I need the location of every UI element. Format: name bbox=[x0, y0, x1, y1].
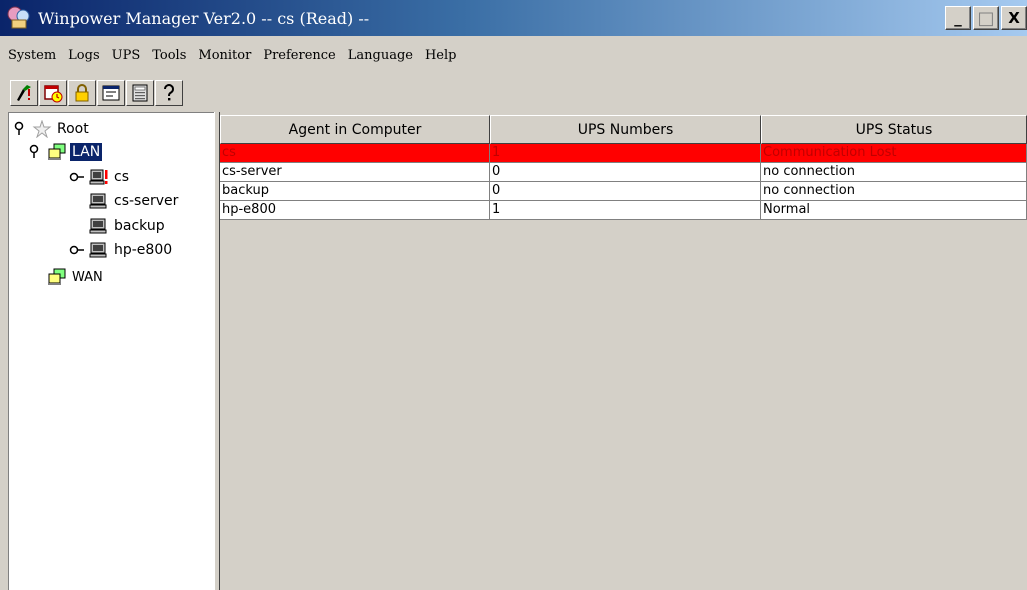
tree-node-cs-server[interactable]: cs-server bbox=[89, 190, 180, 212]
tree-label-lan: LAN bbox=[70, 143, 103, 161]
table-row[interactable]: cs-server 0 no connection bbox=[220, 163, 1027, 182]
collapsed-handle-icon[interactable] bbox=[69, 241, 85, 259]
help-icon bbox=[164, 84, 174, 101]
maximize-icon: □ bbox=[977, 7, 995, 29]
toolbar-schedule-button[interactable] bbox=[39, 80, 67, 106]
cell-ups-status: Normal bbox=[761, 201, 1027, 220]
cell-agent: cs bbox=[220, 144, 490, 163]
cell-ups-numbers: 1 bbox=[490, 144, 761, 163]
cell-ups-numbers: 0 bbox=[490, 163, 761, 182]
computer-icon bbox=[89, 193, 107, 209]
column-header-agent[interactable]: Agent in Computer bbox=[220, 115, 490, 144]
cell-agent: backup bbox=[220, 182, 490, 201]
expand-handle-icon[interactable] bbox=[12, 120, 28, 138]
close-icon: X bbox=[1008, 9, 1020, 27]
table-row[interactable]: cs 1 Communication Lost bbox=[220, 144, 1027, 163]
star-icon bbox=[32, 120, 52, 138]
network-icon bbox=[48, 268, 66, 285]
tree-label-hp-e800: hp-e800 bbox=[114, 242, 173, 258]
menu-ups[interactable]: UPS bbox=[106, 48, 147, 63]
agent-tree[interactable]: Root LAN cs cs-server backup hp-e800 WAN bbox=[8, 112, 214, 590]
tree-label-backup: backup bbox=[114, 218, 165, 234]
cell-ups-status: no connection bbox=[761, 163, 1027, 182]
cell-ups-status: no connection bbox=[761, 182, 1027, 201]
toolbar-window-button[interactable] bbox=[97, 80, 125, 106]
table-row[interactable]: backup 0 no connection bbox=[220, 182, 1027, 201]
tree-node-root[interactable]: Root bbox=[12, 118, 91, 140]
connect-icon bbox=[17, 85, 31, 101]
menu-monitor[interactable]: Monitor bbox=[192, 48, 257, 63]
agent-table: Agent in Computer UPS Numbers UPS Status… bbox=[220, 112, 1027, 590]
close-button[interactable]: X bbox=[1001, 6, 1027, 30]
computer-icon bbox=[89, 218, 107, 234]
tree-node-lan[interactable]: LAN bbox=[27, 141, 103, 163]
toolbar-monitor-button[interactable] bbox=[126, 80, 154, 106]
toolbar-connect-button[interactable] bbox=[10, 80, 38, 106]
network-icon bbox=[48, 143, 66, 160]
menu-bar: System Logs UPS Tools Monitor Preference… bbox=[0, 44, 462, 66]
minimize-button[interactable]: _ bbox=[945, 6, 971, 30]
tree-label-wan: WAN bbox=[72, 269, 103, 285]
minimize-icon: _ bbox=[954, 9, 962, 27]
window-title: Winpower Manager Ver2.0 -- cs (Read) -- bbox=[38, 8, 370, 28]
cell-agent: hp-e800 bbox=[220, 201, 490, 220]
window-icon bbox=[102, 85, 120, 101]
computer-alert-icon bbox=[89, 169, 108, 185]
tree-label-cs-server: cs-server bbox=[114, 193, 179, 209]
collapsed-handle-icon[interactable] bbox=[69, 168, 85, 186]
cell-ups-status: Communication Lost bbox=[761, 144, 1027, 163]
menu-logs[interactable]: Logs bbox=[62, 48, 105, 63]
tree-node-cs[interactable]: cs bbox=[69, 166, 131, 188]
computer-icon bbox=[89, 242, 107, 258]
tree-label-cs: cs bbox=[114, 169, 129, 185]
tree-node-hp-e800[interactable]: hp-e800 bbox=[69, 239, 174, 261]
column-header-ups-status[interactable]: UPS Status bbox=[761, 115, 1027, 144]
expand-handle-icon[interactable] bbox=[27, 143, 43, 161]
table-row[interactable]: hp-e800 1 Normal bbox=[220, 201, 1027, 220]
cell-agent: cs-server bbox=[220, 163, 490, 182]
monitor-icon bbox=[132, 84, 148, 102]
cell-ups-numbers: 0 bbox=[490, 182, 761, 201]
table-header: Agent in Computer UPS Numbers UPS Status bbox=[220, 115, 1027, 144]
calendar-icon bbox=[44, 85, 63, 103]
tree-label-root: Root bbox=[57, 121, 89, 137]
menu-language[interactable]: Language bbox=[342, 48, 419, 63]
tree-node-backup[interactable]: backup bbox=[89, 215, 167, 237]
tree-node-wan[interactable]: WAN bbox=[47, 266, 105, 288]
title-bar[interactable]: Winpower Manager Ver2.0 -- cs (Read) -- … bbox=[0, 0, 1027, 36]
toolbar-lock-button[interactable] bbox=[68, 80, 96, 106]
menu-help[interactable]: Help bbox=[419, 48, 463, 63]
menu-tools[interactable]: Tools bbox=[146, 48, 192, 63]
cell-ups-numbers: 1 bbox=[490, 201, 761, 220]
lock-icon bbox=[75, 84, 89, 102]
app-icon bbox=[6, 5, 32, 31]
app-window: Winpower Manager Ver2.0 -- cs (Read) -- … bbox=[0, 0, 1027, 590]
menu-system[interactable]: System bbox=[0, 48, 62, 63]
toolbar bbox=[10, 80, 184, 106]
menu-preference[interactable]: Preference bbox=[257, 48, 341, 63]
maximize-button[interactable]: □ bbox=[973, 6, 999, 30]
column-header-ups-numbers[interactable]: UPS Numbers bbox=[490, 115, 761, 144]
toolbar-help-button[interactable] bbox=[155, 80, 183, 106]
